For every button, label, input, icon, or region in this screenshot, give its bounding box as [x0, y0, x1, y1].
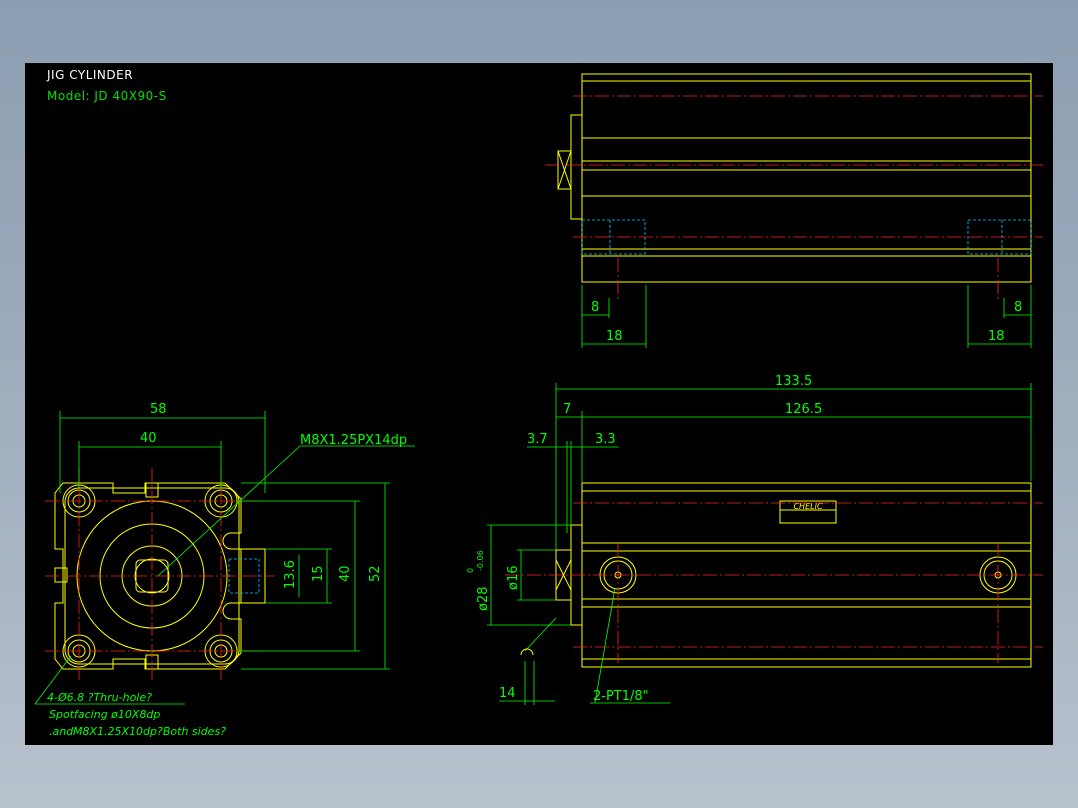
rod-end-detail	[520, 648, 534, 656]
dim-front-58: 58	[150, 402, 167, 417]
top-view: 8 18 8 18	[545, 73, 1043, 348]
front-view: 58 40 52 40 15 13.6 M8X1.25PX14dp	[34, 402, 415, 705]
top-view-rod-cover	[570, 114, 583, 220]
dim-side-14: 14	[499, 686, 516, 701]
thread-callout: M8X1.25PX14dp	[300, 433, 407, 448]
hole-note-line3b: M8X1.25X10dp?Both sides?	[73, 725, 226, 738]
dim-top-right-8: 8	[1014, 300, 1022, 315]
dim-side-3-3: 3.3	[595, 432, 616, 447]
dim-side-7: 7	[563, 402, 571, 417]
dim-front-15: 15	[311, 565, 326, 582]
cad-drawing-viewport[interactable]: JIG CYLINDER Model: JD 40X90-S 8 18 8 18…	[25, 63, 1053, 745]
dim-top-left-8: 8	[591, 300, 599, 315]
cad-drawing: JIG CYLINDER Model: JD 40X90-S 8 18 8 18…	[34, 68, 1043, 738]
dim-front-40: 40	[140, 431, 157, 446]
dim-side-dia-28-tol-lower: -0.06	[476, 550, 485, 571]
top-view-body	[581, 73, 1032, 283]
dim-side-133-5: 133.5	[775, 374, 812, 389]
hole-note-line1: 4-Ø6.8 ?Thru-hole?	[47, 691, 152, 704]
hole-note-line3: .and	[49, 725, 74, 738]
dim-side-dia-28: ø28	[476, 587, 491, 612]
dim-side-126-5: 126.5	[785, 402, 822, 417]
dim-side-3-7: 3.7	[527, 432, 548, 447]
dim-top-left-18: 18	[606, 329, 623, 344]
side-view: CHELIC 133.5 126.5 7 3.7 3.3 ø28 0 -0.06…	[466, 374, 1043, 705]
dim-front-13-6: 13.6	[283, 560, 298, 589]
hole-note-line2: Spotfacing ø10X8dp	[49, 708, 160, 721]
dim-side-dia-28-tol-upper: 0	[466, 568, 475, 573]
dim-side-dia-16: ø16	[506, 566, 521, 591]
dim-front-52: 52	[368, 565, 383, 582]
port-callout: 2-PT1/8"	[593, 689, 649, 704]
dim-top-right-18: 18	[988, 329, 1005, 344]
drawing-model: Model: JD 40X90-S	[47, 89, 167, 103]
drawing-title: JIG CYLINDER	[46, 68, 133, 82]
dim-front-40-vertical: 40	[338, 565, 353, 582]
